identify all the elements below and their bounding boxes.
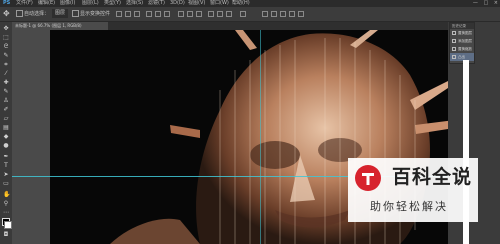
show-transform-label: 显示变换控件 xyxy=(80,11,111,17)
maximize-button[interactable]: □ xyxy=(483,0,488,7)
menu-select[interactable]: 选择(S) xyxy=(126,0,143,7)
3d-orbit-icon[interactable] xyxy=(262,11,268,17)
menu-view[interactable]: 视图(V) xyxy=(188,0,205,7)
quick-select-icon[interactable]: ✎ xyxy=(3,53,9,59)
baike-logo-icon xyxy=(355,165,381,191)
eyedropper-icon[interactable]: ⁄ xyxy=(3,71,9,77)
align-center-icon[interactable] xyxy=(155,11,161,17)
show-transform-checkbox[interactable] xyxy=(72,10,79,17)
menu-image[interactable]: 图像(I) xyxy=(60,0,75,7)
auto-align-icon[interactable] xyxy=(240,11,246,17)
photoshop-window: PS 文件(F) 编辑(E) 图像(I) 图层(L) 类型(Y) 选择(S) 滤… xyxy=(0,0,500,244)
hand-icon[interactable]: ✋ xyxy=(3,192,10,198)
background-color-swatch[interactable] xyxy=(4,221,12,229)
healing-icon[interactable]: ✚ xyxy=(3,80,9,86)
history-item[interactable]: 置换缩放 xyxy=(450,45,474,53)
distribute-middle-icon[interactable] xyxy=(187,11,193,17)
show-transform-option[interactable]: 显示变换控件 xyxy=(72,7,110,21)
history-item[interactable]: 添加图层 xyxy=(450,37,474,45)
auto-select-checkbox[interactable] xyxy=(16,10,23,17)
blur-icon[interactable]: ◆ xyxy=(3,134,9,140)
move-icon[interactable]: ✥ xyxy=(3,26,9,32)
menu-help[interactable]: 帮助(H) xyxy=(232,0,250,7)
watermark-title: 百科全说 xyxy=(392,166,473,188)
3d-slide-icon[interactable] xyxy=(289,11,295,17)
marquee-icon[interactable]: ⬚ xyxy=(3,35,9,41)
quick-mask-icon[interactable]: ◘ xyxy=(3,232,9,238)
menu-3d[interactable]: 3D(D) xyxy=(170,0,185,7)
menu-window[interactable]: 窗口(W) xyxy=(210,0,229,7)
history-step-icon xyxy=(452,31,456,35)
3d-pan-icon[interactable] xyxy=(280,11,286,17)
window-controls: — □ × xyxy=(469,0,498,7)
pen-icon[interactable]: ✒ xyxy=(3,154,9,160)
close-button[interactable]: × xyxy=(494,0,498,7)
history-brush-icon[interactable]: ✐ xyxy=(3,107,9,113)
minimize-button[interactable]: — xyxy=(473,0,478,7)
history-step-icon xyxy=(452,47,456,51)
vertical-guide[interactable] xyxy=(260,30,261,244)
history-step-icon xyxy=(452,39,456,43)
shape-icon[interactable]: ▭ xyxy=(3,181,9,187)
options-bar: ✥ 自动选择： 图层 显示变换控件 xyxy=(0,7,500,22)
path-select-icon[interactable]: ➤ xyxy=(3,172,9,178)
align-middle-icon[interactable] xyxy=(125,11,131,17)
menu-filter[interactable]: 滤镜(T) xyxy=(148,0,165,7)
auto-select-label: 自动选择： xyxy=(24,11,50,17)
menu-layer[interactable]: 图层(L) xyxy=(82,0,99,7)
watermark-subtitle: 助你轻松解决 xyxy=(370,200,448,213)
3d-scale-icon[interactable] xyxy=(298,11,304,17)
menu-file[interactable]: 文件(F) xyxy=(16,0,33,7)
dodge-icon[interactable]: ● xyxy=(3,143,9,149)
history-step-icon xyxy=(452,55,456,59)
type-icon[interactable]: T xyxy=(3,163,9,169)
more-tools-icon[interactable]: ⋯ xyxy=(3,210,9,216)
document-tab-bar: 未标题-1 @ 66.7% (图层 1, RGB/8) xyxy=(12,22,448,30)
menu-bar: PS 文件(F) 编辑(E) 图像(I) 图层(L) 类型(Y) 选择(S) 滤… xyxy=(0,0,500,7)
crop-icon[interactable]: ⌗ xyxy=(3,62,9,68)
align-left-icon[interactable] xyxy=(146,11,152,17)
align-top-icon[interactable] xyxy=(116,11,122,17)
distribute-bottom-icon[interactable] xyxy=(196,11,202,17)
3d-roll-icon[interactable] xyxy=(271,11,277,17)
menu-edit[interactable]: 编辑(E) xyxy=(38,0,55,7)
menu-type[interactable]: 类型(Y) xyxy=(104,0,121,7)
document-tab[interactable]: 未标题-1 @ 66.7% (图层 1, RGB/8) xyxy=(12,22,108,30)
auto-select-dropdown[interactable]: 图层 xyxy=(52,9,69,18)
brush-icon[interactable]: ✎ xyxy=(3,89,9,95)
zoom-icon[interactable]: ⚲ xyxy=(3,201,9,207)
align-bottom-icon[interactable] xyxy=(134,11,140,17)
gradient-icon[interactable]: ▤ xyxy=(3,125,9,131)
ps-logo: PS xyxy=(3,0,11,6)
distribute-top-icon[interactable] xyxy=(178,11,184,17)
history-item[interactable]: 置换图层 xyxy=(450,29,474,37)
history-item-active[interactable]: 凸出 xyxy=(450,53,474,61)
history-panel: 历史记录 置换图层 添加图层 置换缩放 凸出 xyxy=(449,22,475,64)
move-tool-preset-icon[interactable]: ✥ xyxy=(3,7,10,21)
distribute-center-icon[interactable] xyxy=(217,11,223,17)
stamp-icon[interactable]: ♙ xyxy=(3,98,9,104)
auto-select-option[interactable]: 自动选择： xyxy=(16,7,49,21)
distribute-left-icon[interactable] xyxy=(208,11,214,17)
align-right-icon[interactable] xyxy=(164,11,170,17)
eraser-icon[interactable]: ▱ xyxy=(3,116,9,122)
distribute-right-icon[interactable] xyxy=(226,11,232,17)
watermark: 百科全说 助你轻松解决 xyxy=(348,158,478,222)
lasso-icon[interactable]: ᘓ xyxy=(3,44,9,50)
